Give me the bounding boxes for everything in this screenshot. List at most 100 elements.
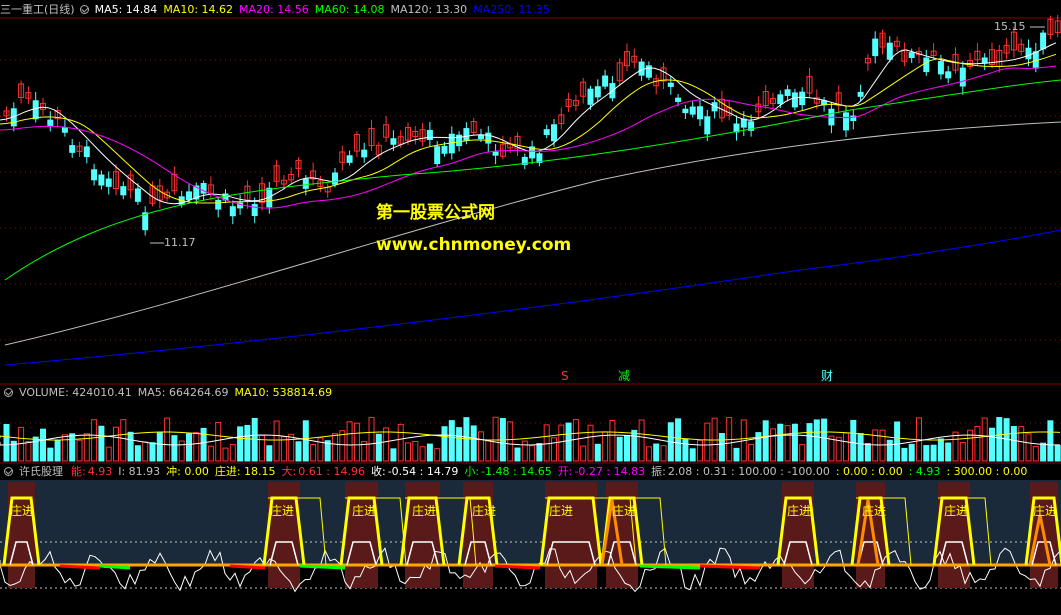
volume-bar [879, 429, 886, 462]
volume-bar [645, 446, 652, 462]
volume-bar [390, 448, 397, 462]
volume-bar [770, 428, 776, 462]
volume-bar [791, 423, 798, 462]
volume-bar [149, 442, 156, 462]
baseline-segment [494, 564, 541, 570]
volume-value: VOLUME: 424010.41 [19, 386, 132, 399]
candle-body [61, 127, 68, 133]
candle-body [638, 61, 645, 76]
volume-bar [959, 442, 966, 462]
ma5-value: MA5: 14.84 [94, 3, 158, 16]
candle-body [791, 92, 798, 108]
candle-body [32, 100, 39, 120]
volume-bar [98, 425, 105, 462]
event-marker-finance[interactable]: 财 [821, 369, 833, 383]
volume-bar [478, 431, 484, 462]
zhuangjin-signal-label: 庄进 [270, 504, 295, 518]
volume-bar [616, 436, 623, 462]
event-marker-reduce[interactable]: 减 [618, 369, 630, 383]
candle-body [47, 119, 54, 127]
chong-value: 冲: 0.00 [166, 465, 209, 478]
volume-bar [244, 424, 251, 462]
volume-bar [682, 439, 689, 462]
volume-bar [353, 422, 360, 462]
da-value: 0.61 : 14.96 [298, 465, 365, 478]
volume-bar [689, 448, 696, 462]
candle-body [441, 145, 448, 154]
volume-bar [974, 425, 981, 462]
ma20-value: MA20: 14.56 [239, 3, 309, 16]
indicator-header: 许氏股理 能: 4.93 I: 81.93 冲: 0.00 庄进: 18.15 大: 0.61… [0, 465, 1033, 479]
candle-body [602, 75, 609, 87]
volume-bar [1010, 426, 1017, 462]
neng-label: 能: [71, 465, 86, 478]
stock-title: 三一重工(日线) [0, 3, 75, 16]
baseline-segment [59, 564, 101, 570]
volume-bar [952, 431, 959, 462]
ma120-value: MA120: 13.30 [390, 3, 468, 16]
volume-bar [178, 440, 185, 462]
volume-bar [237, 426, 244, 462]
volume-bar [1040, 442, 1047, 462]
candle-body [1025, 47, 1032, 60]
volume-bar [872, 429, 879, 462]
volume-header: VOLUME: 424010.41 MA5: 664264.69 MA10: 538… [0, 386, 338, 400]
baseline-segment [229, 564, 266, 570]
volume-bar [105, 446, 112, 462]
volume-bar [222, 447, 229, 462]
event-marker-s[interactable]: S [561, 369, 569, 383]
candle-body [704, 116, 711, 135]
volume-bar [799, 444, 806, 462]
ma250-value: MA250: 11.35 [473, 3, 550, 16]
candle-body [667, 82, 674, 87]
volume-bar [558, 424, 565, 462]
candle-body [215, 199, 222, 210]
baseline-segment [639, 564, 701, 570]
candle-body [923, 57, 930, 73]
volume-bar [777, 423, 784, 462]
indicator-settings-icon[interactable] [4, 467, 13, 476]
baseline-segment [299, 564, 346, 570]
volume-bar [83, 433, 90, 462]
da-label: 大: [281, 465, 297, 478]
volume-bar [762, 420, 769, 462]
volume-bar [514, 447, 521, 462]
volume-bar [937, 438, 944, 462]
volume-bar [1054, 445, 1061, 462]
candle-body [134, 188, 141, 202]
candle-body [689, 106, 696, 115]
volume-bar [120, 419, 127, 462]
candle-body [784, 89, 791, 96]
volume-bar [142, 441, 149, 462]
candle-body [945, 71, 952, 79]
kai-value: -0.27 : 14.83 [574, 465, 646, 478]
watermark-url: www.chnmoney.com [376, 235, 572, 255]
volume-bar [923, 445, 930, 462]
volume-bar [332, 433, 338, 462]
volume-bar [54, 439, 61, 462]
candle-body [675, 97, 682, 102]
candle-body [959, 67, 966, 87]
zhuangjin-signal-label: 庄进 [944, 504, 969, 518]
volume-bar [302, 420, 309, 462]
candle-body [120, 186, 127, 196]
volume-settings-icon[interactable] [4, 388, 13, 397]
candle-body [697, 106, 703, 120]
chart-canvas[interactable] [0, 0, 1061, 615]
volume-bar [587, 424, 594, 462]
xiao-value: -1.48 : 14.65 [481, 465, 552, 478]
i-value: I: 81.93 [118, 465, 161, 478]
volume-bar [441, 426, 448, 462]
volume-bar [784, 425, 791, 462]
candle-body [434, 146, 441, 165]
volume-bar [901, 447, 908, 462]
candle-body [83, 146, 90, 158]
volume-bar [412, 440, 419, 462]
candle-body [908, 52, 915, 59]
volume-bar [288, 433, 295, 462]
volume-bar [485, 440, 492, 462]
volume-bar [850, 419, 857, 462]
settings-circle-icon[interactable] [79, 5, 89, 14]
volume-bar [631, 429, 638, 462]
candle-body [346, 155, 353, 163]
